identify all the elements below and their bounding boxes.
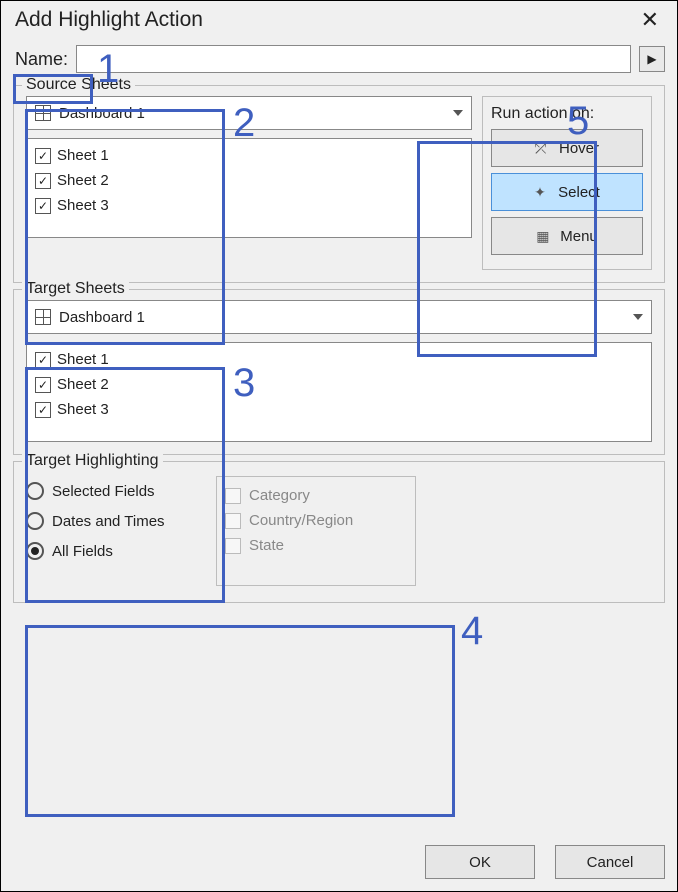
close-icon[interactable]: ✕ bbox=[635, 7, 665, 33]
sheet-label: Sheet 1 bbox=[57, 147, 109, 164]
radio-icon[interactable] bbox=[26, 512, 44, 530]
target-highlighting-section: Target Highlighting Selected FieldsDates… bbox=[13, 461, 665, 603]
highlighting-radio[interactable]: Selected Fields bbox=[26, 476, 196, 506]
run-action-select-button[interactable]: ✦ Select bbox=[491, 173, 643, 211]
dashboard-icon bbox=[35, 105, 51, 121]
triangle-right-icon: ▶ bbox=[647, 52, 656, 66]
source-sheet-item[interactable]: ✓ Sheet 2 bbox=[33, 168, 465, 193]
source-sheets-section: Source Sheets Dashboard 1 ✓Sheet 1✓Sheet… bbox=[13, 85, 665, 283]
run-action-title: Run action on: bbox=[491, 105, 643, 123]
title-bar: Add Highlight Action ✕ bbox=[1, 1, 677, 37]
sheet-label: Sheet 3 bbox=[57, 401, 109, 418]
chevron-down-icon bbox=[453, 110, 463, 116]
field-label: Country/Region bbox=[249, 512, 353, 529]
annotation-box bbox=[25, 625, 455, 817]
checkbox-icon bbox=[225, 513, 241, 529]
source-sheet-item[interactable]: ✓ Sheet 1 bbox=[33, 143, 465, 168]
checkbox-icon[interactable]: ✓ bbox=[35, 173, 51, 189]
sheet-label: Sheet 1 bbox=[57, 351, 109, 368]
checkbox-icon[interactable]: ✓ bbox=[35, 198, 51, 214]
radio-label: Dates and Times bbox=[52, 513, 165, 530]
target-sheet-item[interactable]: ✓ Sheet 2 bbox=[33, 372, 645, 397]
run-action-panel: Run action on: ⤱ Hover ✦ Select ▦ Menu bbox=[482, 96, 652, 270]
checkbox-icon[interactable]: ✓ bbox=[35, 377, 51, 393]
checkbox-icon[interactable]: ✓ bbox=[35, 352, 51, 368]
radio-icon[interactable] bbox=[26, 482, 44, 500]
chevron-down-icon bbox=[633, 314, 643, 320]
run-action-label: Menu bbox=[560, 228, 598, 245]
highlighting-fields-box: Category Country/Region State bbox=[216, 476, 416, 586]
ok-button[interactable]: OK bbox=[425, 845, 535, 879]
target-dashboard-select[interactable]: Dashboard 1 bbox=[26, 300, 652, 334]
target-sheet-item[interactable]: ✓ Sheet 1 bbox=[33, 347, 645, 372]
target-sheet-item[interactable]: ✓ Sheet 3 bbox=[33, 397, 645, 422]
annotation-number: 4 bbox=[461, 609, 483, 654]
sheet-label: Sheet 2 bbox=[57, 172, 109, 189]
run-action-label: Select bbox=[558, 184, 600, 201]
field-label: State bbox=[249, 537, 284, 554]
source-sheet-item[interactable]: ✓ Sheet 3 bbox=[33, 193, 465, 218]
target-dashboard-label: Dashboard 1 bbox=[59, 309, 633, 326]
radio-label: All Fields bbox=[52, 543, 113, 560]
cancel-button[interactable]: Cancel bbox=[555, 845, 665, 879]
run-action-menu-button[interactable]: ▦ Menu bbox=[491, 217, 643, 255]
sheet-label: Sheet 3 bbox=[57, 197, 109, 214]
dialog-title: Add Highlight Action bbox=[15, 8, 203, 32]
target-sheet-list: ✓ Sheet 1 ✓ Sheet 2 ✓ Sheet 3 bbox=[26, 342, 652, 442]
checkbox-icon bbox=[225, 488, 241, 504]
highlighting-radio[interactable]: Dates and Times bbox=[26, 506, 196, 536]
source-legend: Source Sheets bbox=[22, 76, 135, 94]
name-label: Name: bbox=[15, 49, 68, 70]
target-legend: Target Sheets bbox=[22, 280, 129, 298]
hover-icon: ⤱ bbox=[535, 140, 551, 157]
select-icon: ✦ bbox=[534, 184, 550, 201]
checkbox-icon[interactable]: ✓ bbox=[35, 148, 51, 164]
source-dashboard-label: Dashboard 1 bbox=[59, 105, 453, 122]
checkbox-icon bbox=[225, 538, 241, 554]
insert-variable-button[interactable]: ▶ bbox=[639, 46, 665, 72]
source-dashboard-select[interactable]: Dashboard 1 bbox=[26, 96, 472, 130]
dashboard-icon bbox=[35, 309, 51, 325]
source-sheet-list: ✓ Sheet 1 ✓ Sheet 2 ✓ Sheet 3 bbox=[26, 138, 472, 238]
highlighting-legend: Target Highlighting bbox=[22, 452, 163, 470]
field-label: Category bbox=[249, 487, 310, 504]
run-action-label: Hover bbox=[559, 140, 599, 157]
name-input[interactable] bbox=[76, 45, 631, 73]
sheet-label: Sheet 2 bbox=[57, 376, 109, 393]
menu-icon: ▦ bbox=[536, 228, 552, 245]
highlighting-field: Country/Region bbox=[225, 508, 407, 533]
checkbox-icon[interactable]: ✓ bbox=[35, 402, 51, 418]
target-sheets-section: Target Sheets Dashboard 1 ✓Sheet 1✓Sheet… bbox=[13, 289, 665, 455]
highlighting-radio[interactable]: All Fields bbox=[26, 536, 196, 566]
dialog-buttons: OK Cancel bbox=[425, 845, 665, 879]
radio-label: Selected Fields bbox=[52, 483, 155, 500]
name-row: Name: ▶ bbox=[1, 37, 677, 79]
highlighting-field: Category bbox=[225, 483, 407, 508]
radio-icon[interactable] bbox=[26, 542, 44, 560]
highlighting-field: State bbox=[225, 533, 407, 558]
run-action-hover-button[interactable]: ⤱ Hover bbox=[491, 129, 643, 167]
